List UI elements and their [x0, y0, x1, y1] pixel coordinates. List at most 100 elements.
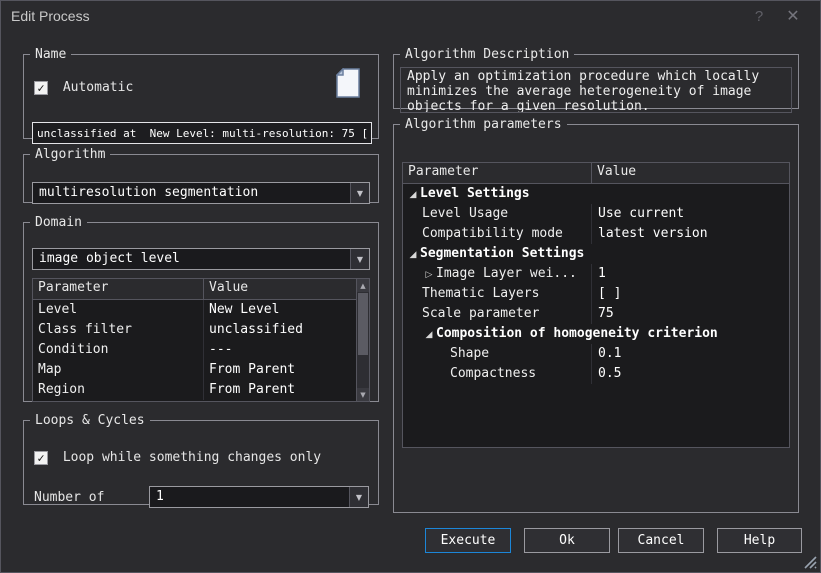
domain-combobox[interactable]: image object level ▼: [32, 248, 370, 270]
ok-button[interactable]: Ok: [524, 528, 610, 553]
edit-process-dialog: { "window": { "title": "Edit Process", "…: [0, 0, 821, 573]
param-label: Compactness: [403, 364, 591, 384]
domain-table-body: Level New Level Class filter unclassifie…: [33, 300, 356, 400]
check-icon: ✓: [37, 81, 44, 95]
param-value: 75: [591, 304, 789, 324]
row-param: Map: [33, 360, 203, 380]
process-name-input[interactable]: [32, 122, 372, 144]
domain-table-scrollbar[interactable]: ▲ ▼: [356, 279, 369, 401]
number-of-label: Number of: [34, 490, 104, 505]
scroll-up-icon[interactable]: ▲: [357, 279, 369, 292]
param-value: Use current: [591, 204, 789, 224]
loops-group-label: Loops & Cycles: [30, 413, 150, 428]
row-value: From Parent: [203, 360, 356, 380]
param-row[interactable]: Shape 0.1: [403, 344, 789, 364]
close-icon[interactable]: ✕: [776, 6, 810, 26]
name-group-label: Name: [30, 47, 71, 62]
description-group-label: Algorithm Description: [400, 47, 574, 62]
algorithm-description-text: Apply an optimization procedure which lo…: [400, 67, 792, 113]
number-of-combobox[interactable]: 1 ▼: [149, 486, 369, 508]
param-value: 0.1: [591, 344, 789, 364]
table-row[interactable]: Class filter unclassified: [33, 320, 356, 340]
param-row[interactable]: Compactness 0.5: [403, 364, 789, 384]
parameters-table-header: Parameter Value: [403, 163, 789, 184]
column-header-value: Value: [591, 163, 789, 183]
scroll-track[interactable]: [357, 356, 369, 388]
parameters-table: Parameter Value ◢Level Settings Level Us…: [402, 162, 790, 448]
table-row[interactable]: Region From Parent: [33, 380, 356, 400]
resize-grip[interactable]: [801, 553, 817, 569]
loop-checkbox-label: Loop while something changes only: [63, 450, 321, 465]
param-row[interactable]: ▷Image Layer wei... 1: [403, 264, 789, 284]
algorithm-group-label: Algorithm: [30, 147, 110, 162]
row-value: ---: [203, 340, 356, 360]
window-title: Edit Process: [11, 8, 90, 24]
name-group: Name ✓ Automatic: [23, 47, 379, 139]
column-header-value: Value: [203, 279, 369, 299]
execute-button[interactable]: Execute: [425, 528, 511, 553]
cancel-button[interactable]: Cancel: [618, 528, 704, 553]
param-label: Compatibility mode: [403, 224, 591, 244]
table-row[interactable]: Map From Parent: [33, 360, 356, 380]
domain-table: Parameter Value Level New Level Class fi…: [32, 278, 370, 402]
number-of-value: 1: [150, 487, 349, 507]
document-icon[interactable]: [336, 68, 360, 98]
row-value: unclassified: [203, 320, 356, 340]
row-param: Condition: [33, 340, 203, 360]
group-label: Segmentation Settings: [420, 246, 584, 261]
param-group-row[interactable]: ◢Level Settings: [403, 184, 789, 204]
param-value: 0.5: [591, 364, 789, 384]
tree-expanded-icon[interactable]: ◢: [422, 326, 436, 344]
chevron-down-icon[interactable]: ▼: [350, 183, 369, 203]
group-label: Composition of homogeneity criterion: [436, 326, 718, 341]
row-param: Class filter: [33, 320, 203, 340]
param-value: [ ]: [591, 284, 789, 304]
check-icon: ✓: [37, 451, 44, 465]
table-row[interactable]: Level New Level: [33, 300, 356, 320]
tree-collapsed-icon[interactable]: ▷: [422, 266, 436, 284]
title-bar[interactable]: Edit Process ? ✕: [1, 1, 820, 31]
algorithm-group: Algorithm multiresolution segmentation ▼: [23, 147, 379, 203]
param-row[interactable]: Scale parameter 75: [403, 304, 789, 324]
group-label: Level Settings: [420, 186, 530, 201]
column-header-parameter: Parameter: [403, 163, 591, 183]
chevron-down-icon[interactable]: ▼: [349, 487, 368, 507]
column-header-parameter: Parameter: [33, 279, 203, 299]
param-group-row[interactable]: ◢Segmentation Settings: [403, 244, 789, 264]
algorithm-selected: multiresolution segmentation: [33, 183, 350, 203]
tree-expanded-icon[interactable]: ◢: [406, 186, 420, 204]
help-icon[interactable]: ?: [742, 8, 776, 25]
param-value: latest version: [591, 224, 789, 244]
scrollbar-thumb[interactable]: [358, 293, 368, 355]
param-group-row[interactable]: ◢Composition of homogeneity criterion: [403, 324, 789, 344]
loop-checkbox-row: ✓ Loop while something changes only: [34, 450, 321, 465]
domain-group-label: Domain: [30, 215, 87, 230]
param-label: Thematic Layers: [403, 284, 591, 304]
row-value: New Level: [203, 300, 356, 320]
automatic-label: Automatic: [63, 80, 133, 95]
domain-group: Domain image object level ▼ Parameter Va…: [23, 215, 379, 402]
parameters-group-label: Algorithm parameters: [400, 117, 567, 132]
param-row[interactable]: Compatibility mode latest version: [403, 224, 789, 244]
scroll-down-icon[interactable]: ▼: [357, 388, 369, 401]
param-row[interactable]: Level Usage Use current: [403, 204, 789, 224]
loop-checkbox[interactable]: ✓: [34, 451, 48, 465]
tree-expanded-icon[interactable]: ◢: [406, 246, 420, 264]
param-label: Level Usage: [403, 204, 591, 224]
param-label: Shape: [403, 344, 591, 364]
algorithm-combobox[interactable]: multiresolution segmentation ▼: [32, 182, 370, 204]
param-value: 1: [591, 264, 789, 284]
help-button[interactable]: Help: [717, 528, 802, 553]
domain-selected: image object level: [33, 249, 350, 269]
param-row[interactable]: Thematic Layers [ ]: [403, 284, 789, 304]
param-label: Image Layer wei...: [436, 266, 577, 281]
automatic-row: ✓ Automatic: [34, 80, 133, 95]
row-value: From Parent: [203, 380, 356, 400]
chevron-down-icon[interactable]: ▼: [350, 249, 369, 269]
param-label: Scale parameter: [403, 304, 591, 324]
loops-group: Loops & Cycles ✓ Loop while something ch…: [23, 413, 379, 505]
automatic-checkbox[interactable]: ✓: [34, 81, 48, 95]
description-group: Algorithm Description Apply an optimizat…: [393, 47, 799, 109]
table-row[interactable]: Condition ---: [33, 340, 356, 360]
row-param: Level: [33, 300, 203, 320]
